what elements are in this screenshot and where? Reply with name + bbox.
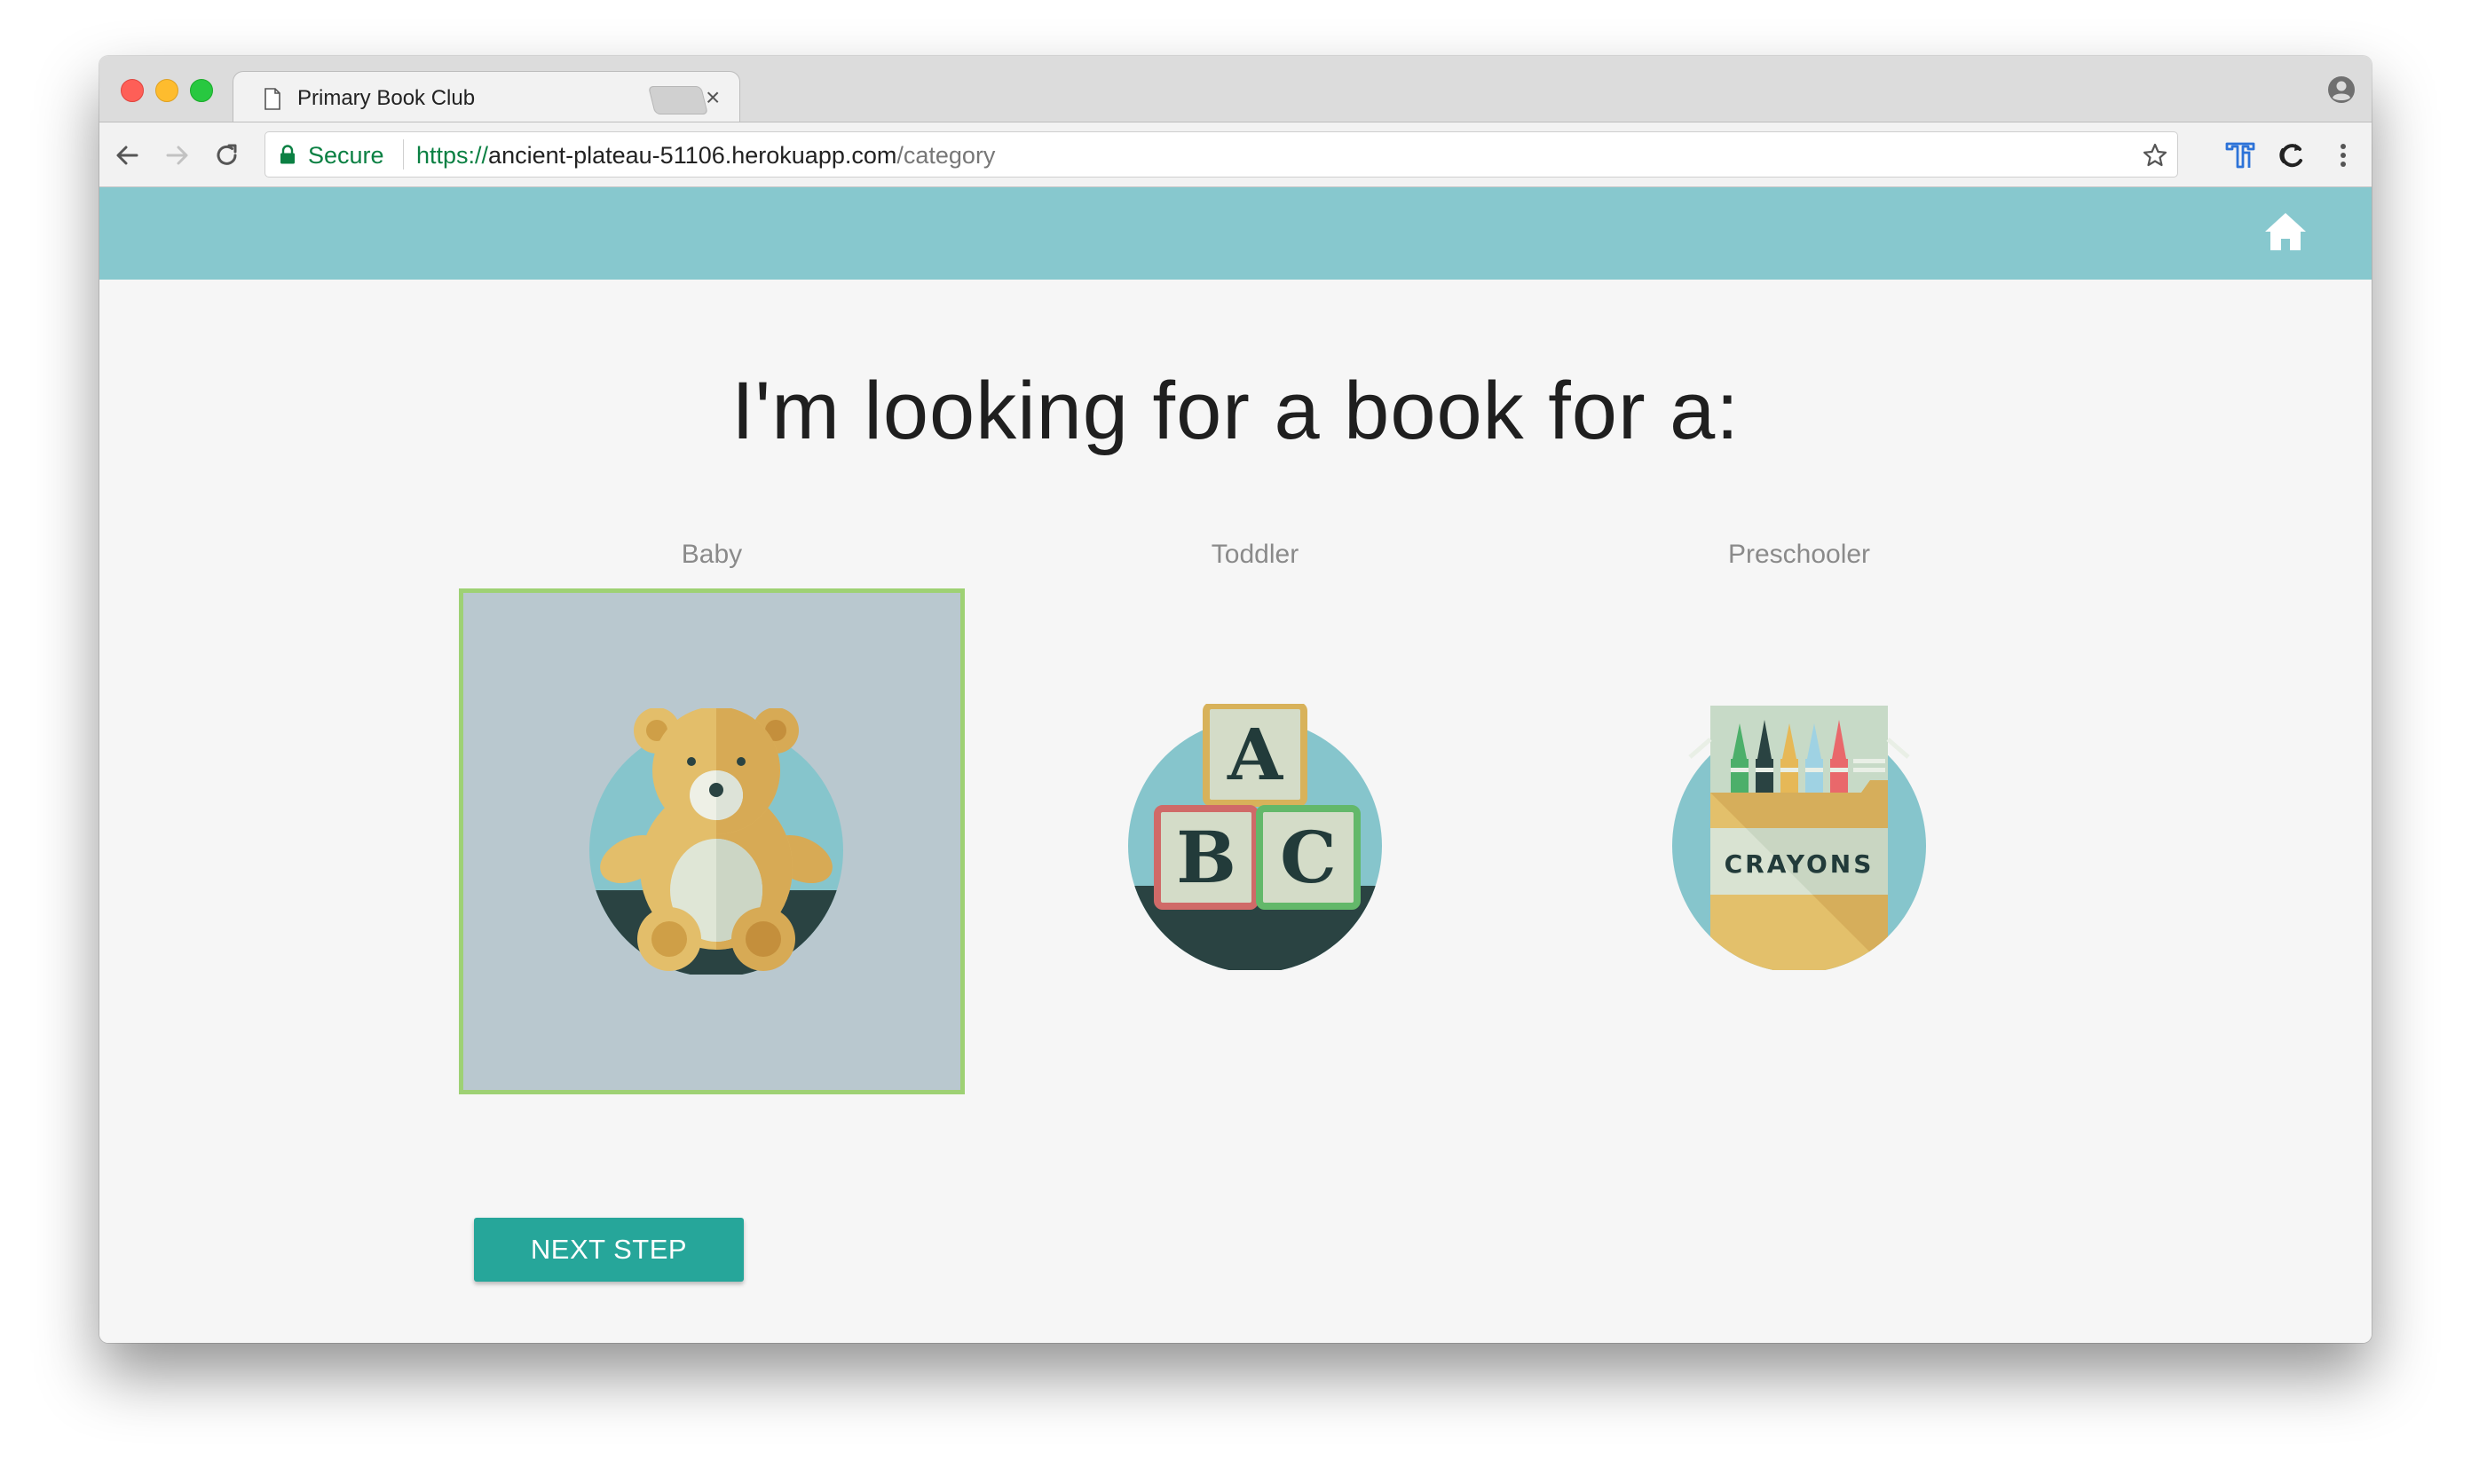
teddy-bear-icon bbox=[589, 708, 843, 975]
address-divider bbox=[403, 139, 404, 170]
app-header bbox=[99, 187, 2372, 280]
forward-arrow-icon[interactable] bbox=[162, 140, 193, 170]
crayons-box-label: CRAYONS bbox=[1725, 849, 1875, 879]
address-bar[interactable]: Secure https://ancient-plateau-51106.her… bbox=[264, 131, 2178, 178]
abc-blocks-icon: A B C bbox=[1128, 704, 1382, 970]
reload-icon[interactable] bbox=[212, 140, 242, 170]
category-tile-toddler[interactable]: A B C bbox=[1002, 588, 1508, 1094]
maximize-window-button[interactable] bbox=[190, 79, 213, 102]
category-label-preschooler: Preschooler bbox=[1727, 540, 1871, 569]
category-preschooler[interactable]: Preschooler CRAYONS bbox=[1546, 537, 2052, 1105]
category-baby[interactable]: Baby bbox=[459, 537, 965, 1105]
back-arrow-icon[interactable] bbox=[112, 140, 142, 170]
block-letter-c: C bbox=[1280, 816, 1337, 899]
page-content: I'm looking for a book for a: Baby Toddl… bbox=[99, 187, 2372, 1343]
secure-label: Secure bbox=[308, 142, 384, 169]
tab-strip: Primary Book Club × bbox=[99, 56, 2372, 123]
browser-window: Primary Book Club × Secure https://ancie… bbox=[99, 56, 2372, 1343]
category-label-toddler: Toddler bbox=[1211, 540, 1299, 569]
block-letter-a: A bbox=[1227, 713, 1283, 796]
crayons-box-icon: CRAYONS bbox=[1672, 706, 1926, 970]
menu-dots-icon[interactable] bbox=[2327, 139, 2359, 171]
bookmark-star-icon[interactable] bbox=[2142, 142, 2168, 169]
translate-extension-icon[interactable] bbox=[2224, 139, 2256, 171]
url-host: ancient-plateau-51106.herokuapp.com bbox=[488, 142, 897, 169]
page-title: I'm looking for a book for a: bbox=[731, 366, 1740, 456]
minimize-window-button[interactable] bbox=[155, 79, 178, 102]
new-tab-button[interactable] bbox=[648, 86, 708, 114]
close-window-button[interactable] bbox=[121, 79, 144, 102]
home-icon[interactable] bbox=[2263, 211, 2308, 252]
category-tile-baby[interactable] bbox=[459, 588, 965, 1094]
url-scheme: https:// bbox=[416, 142, 489, 169]
category-toddler[interactable]: Toddler A B C bbox=[1002, 537, 1508, 1105]
next-step-button[interactable]: NEXT STEP bbox=[474, 1218, 744, 1282]
tab-close-icon[interactable]: × bbox=[706, 83, 720, 112]
category-label-baby: Baby bbox=[681, 540, 743, 569]
url-path: /category bbox=[896, 142, 996, 169]
url-text[interactable]: https://ancient-plateau-51106.herokuapp.… bbox=[416, 142, 995, 170]
page-icon bbox=[264, 88, 280, 110]
tab-title: Primary Book Club bbox=[297, 86, 476, 110]
sync-extension-icon[interactable] bbox=[2276, 139, 2308, 171]
block-letter-b: B bbox=[1176, 816, 1236, 899]
category-tile-preschooler[interactable]: CRAYONS bbox=[1546, 588, 2052, 1094]
browser-toolbar: Secure https://ancient-plateau-51106.her… bbox=[99, 122, 2372, 187]
lock-icon bbox=[280, 145, 295, 164]
profile-icon[interactable] bbox=[2327, 75, 2356, 104]
